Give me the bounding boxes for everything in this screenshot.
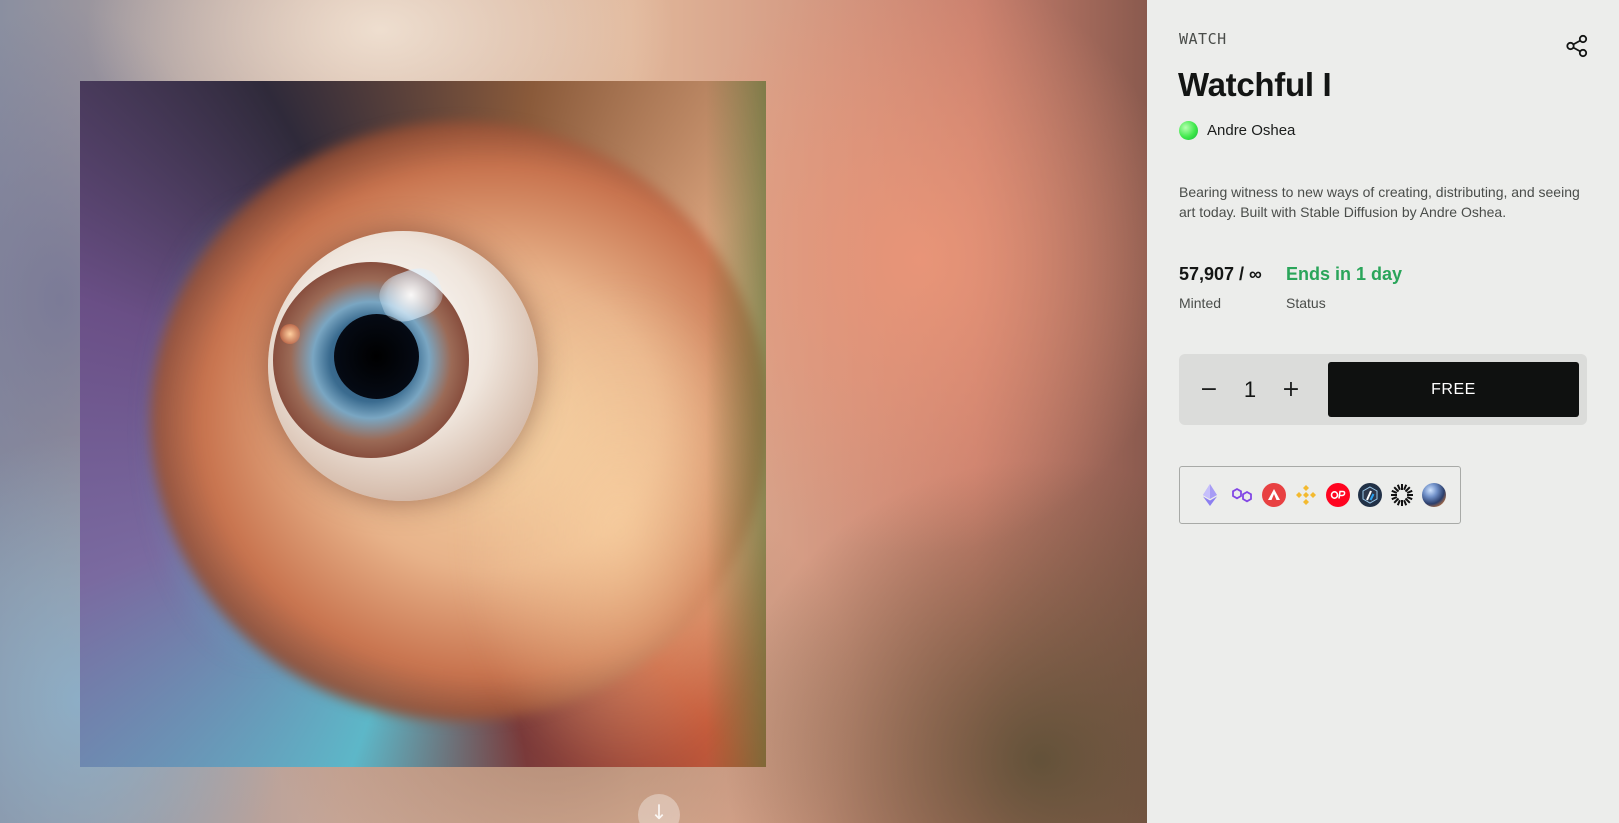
zora-sunburst-icon: [1391, 484, 1413, 506]
author-link[interactable]: Andre Oshea: [1179, 121, 1295, 140]
collection-label: WATCH: [1179, 30, 1227, 48]
info-panel: WATCH Watchful I Andre Oshea Bearing wit…: [1147, 0, 1619, 823]
arbitrum-icon: [1362, 486, 1378, 504]
chain-optimism[interactable]: [1326, 483, 1350, 507]
status-stat: Ends in 1 day Status: [1286, 264, 1402, 311]
chain-ethereum[interactable]: [1198, 483, 1222, 507]
decrease-quantity-button[interactable]: −: [1194, 375, 1224, 405]
author-name: Andre Oshea: [1207, 122, 1296, 139]
chain-avalanche[interactable]: [1262, 483, 1286, 507]
artwork-title: Watchful I: [1178, 66, 1332, 103]
artwork-edge-tint: [706, 81, 766, 767]
bnb-icon: [1296, 485, 1316, 505]
author-avatar: [1179, 121, 1198, 140]
quantity-value[interactable]: 1: [1224, 377, 1276, 403]
eye-artwork[interactable]: [80, 81, 766, 767]
minted-value: 57,907 / ∞: [1179, 264, 1262, 284]
optimism-icon: [1330, 490, 1346, 500]
ethereum-icon: [1203, 484, 1217, 506]
share-button[interactable]: [1564, 33, 1590, 59]
status-value: Ends in 1 day: [1286, 264, 1403, 284]
scroll-down-button[interactable]: ↓: [638, 794, 680, 823]
eye-glint: [280, 324, 300, 344]
chain-polygon[interactable]: [1230, 483, 1254, 507]
minted-stat: 57,907 / ∞ Minted: [1179, 264, 1262, 311]
mint-controls: − 1 + FREE: [1179, 354, 1587, 425]
eye-pupil: [334, 314, 419, 399]
supported-chains: [1179, 466, 1461, 524]
chain-zora-sunburst[interactable]: [1390, 483, 1414, 507]
mint-free-button[interactable]: FREE: [1328, 362, 1579, 417]
artwork-background: ↓: [0, 0, 1147, 823]
chain-zora-orb[interactable]: [1422, 483, 1446, 507]
share-icon: [1566, 34, 1588, 58]
plus-icon: +: [1281, 377, 1301, 402]
polygon-icon: [1232, 487, 1252, 503]
avalanche-icon: [1268, 489, 1280, 500]
increase-quantity-button[interactable]: +: [1276, 375, 1306, 405]
minus-icon: −: [1199, 377, 1219, 402]
chain-bnb[interactable]: [1294, 483, 1318, 507]
minted-label: Minted: [1179, 295, 1222, 311]
arrow-down-icon: ↓: [650, 800, 668, 823]
chain-arbitrum[interactable]: [1358, 483, 1382, 507]
status-label: Status: [1286, 295, 1326, 311]
artwork-description: Bearing witness to new ways of creating,…: [1179, 184, 1580, 220]
